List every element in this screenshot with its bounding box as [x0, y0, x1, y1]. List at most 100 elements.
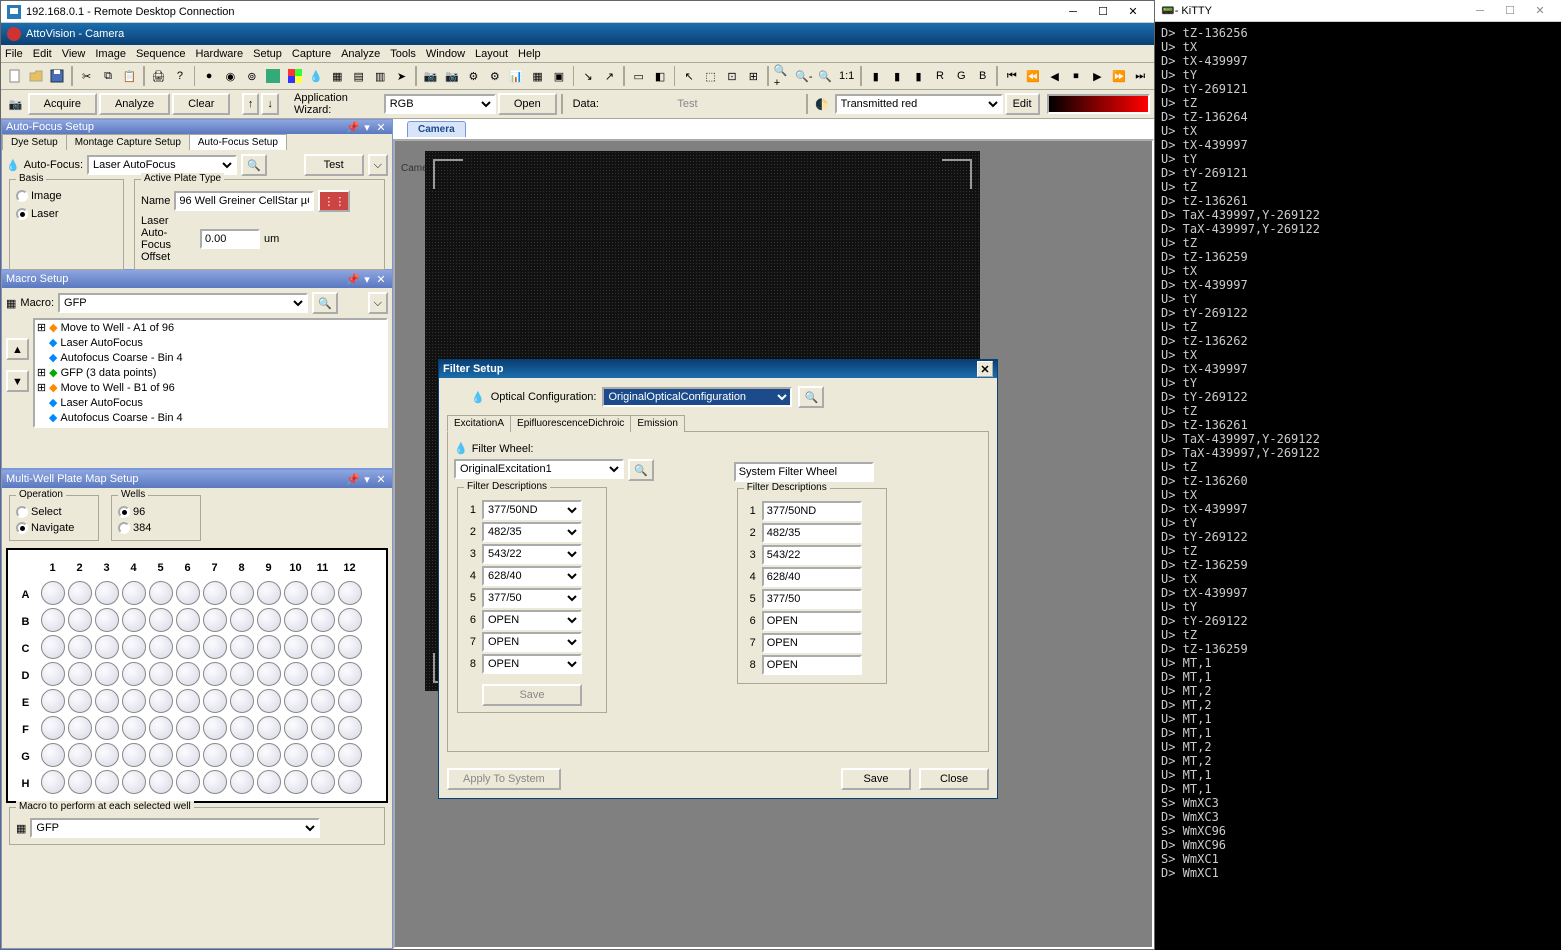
menu-window[interactable]: Window: [426, 48, 465, 60]
g-icon[interactable]: G: [952, 65, 971, 87]
plate-well[interactable]: [338, 716, 362, 740]
wells-384-radio[interactable]: 384: [118, 522, 194, 534]
plate-well[interactable]: [338, 662, 362, 686]
optconf-select[interactable]: OriginalOpticalConfiguration: [602, 387, 792, 407]
plate-well[interactable]: [203, 608, 227, 632]
tab-montage-capture[interactable]: Montage Capture Setup: [66, 134, 190, 150]
plate-well[interactable]: [68, 662, 92, 686]
plate-well[interactable]: [311, 635, 335, 659]
plate-well[interactable]: [311, 662, 335, 686]
plate-well[interactable]: [230, 608, 254, 632]
plate-well[interactable]: [68, 743, 92, 767]
plate-well[interactable]: [176, 716, 200, 740]
plate-well[interactable]: [230, 770, 254, 794]
plate-well[interactable]: [176, 770, 200, 794]
menu-hardware[interactable]: Hardware: [195, 48, 243, 60]
plate-well[interactable]: [122, 608, 146, 632]
clear-button[interactable]: Clear: [172, 93, 230, 115]
plate-config-button[interactable]: ⋮⋮: [318, 190, 350, 212]
left-filter-4[interactable]: 628/40: [482, 566, 582, 586]
plate-well[interactable]: [149, 635, 173, 659]
acquire-button[interactable]: Acquire: [28, 93, 97, 115]
plate-well[interactable]: [95, 770, 119, 794]
plate-well[interactable]: [311, 743, 335, 767]
circle2-icon[interactable]: ◉: [221, 65, 240, 87]
plate-well[interactable]: [95, 743, 119, 767]
b-icon[interactable]: B: [973, 65, 992, 87]
plate-well[interactable]: [95, 581, 119, 605]
plate-well[interactable]: [203, 635, 227, 659]
left-filter-2[interactable]: 482/35: [482, 522, 582, 542]
menu-analyze[interactable]: Analyze: [341, 48, 380, 60]
menu-help[interactable]: Help: [518, 48, 541, 60]
op-navigate-radio[interactable]: Navigate: [16, 522, 92, 534]
back-icon[interactable]: ◀: [1045, 65, 1064, 87]
plate-well[interactable]: [122, 743, 146, 767]
left-save-button[interactable]: Save: [482, 684, 582, 706]
lut-icon[interactable]: 🌓: [812, 93, 833, 115]
plate-well[interactable]: [203, 662, 227, 686]
menu-setup[interactable]: Setup: [253, 48, 282, 60]
prev-icon[interactable]: ⏪: [1024, 65, 1043, 87]
plate-well[interactable]: [230, 662, 254, 686]
circle-grey-icon[interactable]: ●: [199, 65, 218, 87]
plate-well[interactable]: [230, 689, 254, 713]
plate-well[interactable]: [257, 716, 281, 740]
grid3-icon[interactable]: ▣: [549, 65, 568, 87]
plate-well[interactable]: [68, 689, 92, 713]
grid-blue-icon[interactable]: [264, 65, 283, 87]
macro-expand-button[interactable]: ⌵: [368, 292, 388, 314]
plate-well[interactable]: [338, 689, 362, 713]
analyze-button[interactable]: Analyze: [99, 93, 170, 115]
plate-well[interactable]: [95, 689, 119, 713]
plate-well[interactable]: [311, 689, 335, 713]
plate-well[interactable]: [122, 770, 146, 794]
plate-well[interactable]: [257, 581, 281, 605]
plate-well[interactable]: [311, 608, 335, 632]
down-button[interactable]: ↓: [261, 93, 279, 115]
plate-well[interactable]: [68, 608, 92, 632]
plate-well[interactable]: [41, 581, 65, 605]
plate-well[interactable]: [149, 770, 173, 794]
wells-96-radio[interactable]: 96: [118, 506, 194, 518]
lut3-icon[interactable]: ▮: [909, 65, 928, 87]
left-filter-5[interactable]: 377/50: [482, 588, 582, 608]
plate-well[interactable]: [338, 608, 362, 632]
menu-capture[interactable]: Capture: [292, 48, 331, 60]
plate-well[interactable]: [41, 635, 65, 659]
basis-image-radio[interactable]: Image: [16, 190, 117, 202]
chart-icon[interactable]: 📊: [507, 65, 526, 87]
tab-excitation[interactable]: ExcitationA: [447, 415, 511, 432]
af-find-button[interactable]: 🔍: [241, 154, 267, 176]
plate-well[interactable]: [149, 608, 173, 632]
plate-well[interactable]: [284, 581, 308, 605]
plate-well[interactable]: [41, 662, 65, 686]
plate-well[interactable]: [149, 581, 173, 605]
macro-tree[interactable]: ⊞◆Move to Well - A1 of 96 ◆Laser AutoFoc…: [33, 318, 388, 428]
plate-well[interactable]: [203, 581, 227, 605]
plate-well[interactable]: [311, 581, 335, 605]
plate-well[interactable]: [41, 743, 65, 767]
plate-well[interactable]: [203, 770, 227, 794]
left-filter-3[interactable]: 543/22: [482, 544, 582, 564]
rect2-icon[interactable]: ◧: [650, 65, 669, 87]
autofocus-menu-icon[interactable]: ▾: [360, 120, 374, 134]
plate-well[interactable]: [230, 743, 254, 767]
rdp-close-button[interactable]: ✕: [1118, 2, 1148, 22]
open-button[interactable]: Open: [498, 93, 557, 115]
plate-well[interactable]: [311, 770, 335, 794]
plate-well[interactable]: [284, 662, 308, 686]
macro-pin-icon[interactable]: 📌: [346, 272, 360, 286]
plate-well[interactable]: [41, 608, 65, 632]
plate-well[interactable]: [257, 743, 281, 767]
plate-well[interactable]: [122, 716, 146, 740]
menu-image[interactable]: Image: [95, 48, 126, 60]
zoom1-icon[interactable]: 1:1: [837, 65, 856, 87]
plate-well[interactable]: [257, 608, 281, 632]
sel2-icon[interactable]: ⊡: [722, 65, 741, 87]
copy-icon[interactable]: ⧉: [98, 65, 117, 87]
menu-file[interactable]: File: [5, 48, 23, 60]
kitty-maximize-button[interactable]: ☐: [1495, 1, 1525, 21]
plate-well[interactable]: [338, 770, 362, 794]
lut-select[interactable]: Transmitted red: [835, 94, 1003, 114]
